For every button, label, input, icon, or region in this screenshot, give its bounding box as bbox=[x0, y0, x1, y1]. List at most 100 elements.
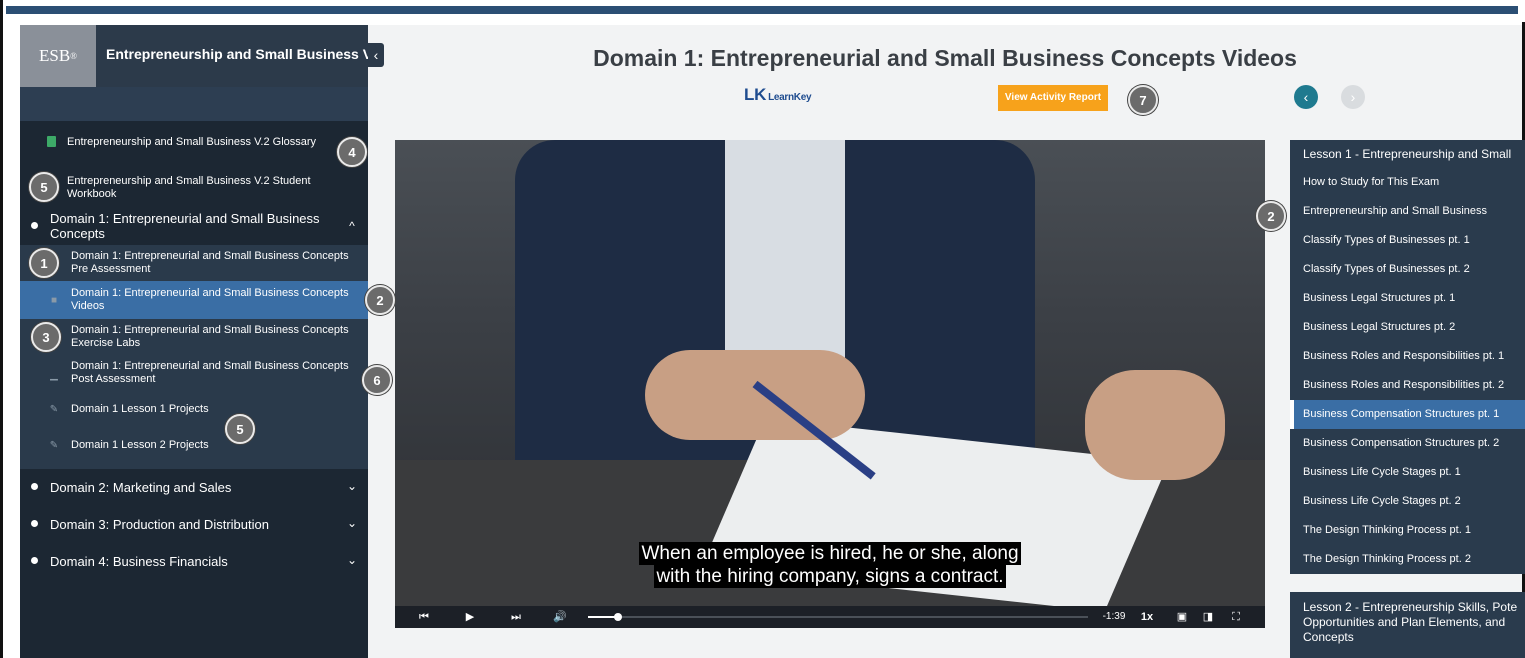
video-subtitles: When an employee is hired, he or she, al… bbox=[395, 542, 1265, 588]
lesson-item[interactable]: Entrepreneurship and Small Business bbox=[1290, 197, 1525, 226]
lesson-item[interactable]: Classify Types of Businesses pt. 1 bbox=[1290, 226, 1525, 255]
sidebar-item-workbook[interactable]: Entrepreneurship and Small Business V.2 … bbox=[20, 174, 368, 204]
subtitle-line-1: When an employee is hired, he or she, al… bbox=[639, 542, 1021, 565]
page-title: Domain 1: Entrepreneurial and Small Busi… bbox=[593, 45, 1297, 71]
chart-icon: ▁ bbox=[50, 370, 58, 381]
sidebar-domain-3[interactable]: Domain 3: Production and Distribution ⌄ bbox=[20, 515, 368, 537]
lesson-item[interactable]: How to Study for This Exam bbox=[1290, 168, 1525, 197]
sidebar-item-label: Entrepreneurship and Small Business V.2 … bbox=[67, 136, 317, 148]
sidebar-item-exercise-labs[interactable]: Domain 1: Entrepreneurial and Small Busi… bbox=[20, 319, 368, 355]
course-title: Entrepreneurship and Small Business V.2 bbox=[106, 46, 383, 62]
sidebar-header: ESB ® Entrepreneurship and Small Business… bbox=[20, 25, 382, 87]
video-camera-icon: ■ bbox=[50, 295, 58, 306]
collapse-sidebar-button[interactable]: ‹ bbox=[368, 43, 384, 67]
seek-bar[interactable] bbox=[588, 613, 1088, 621]
chevron-down-icon: ⌄ bbox=[346, 516, 358, 530]
lesson-item[interactable]: Business Compensation Structures pt. 2 bbox=[1290, 429, 1525, 458]
sidebar-item-glossary[interactable]: Entrepreneurship and Small Business V.2 … bbox=[20, 135, 368, 155]
chevron-left-icon: ‹ bbox=[1303, 89, 1309, 105]
brand-mark: LK bbox=[744, 85, 767, 104]
scene-shirt bbox=[725, 140, 845, 380]
sidebar-item-label: Domain 1 Lesson 1 Projects bbox=[71, 403, 209, 415]
sidebar: ESB ® Entrepreneurship and Small Business… bbox=[20, 25, 382, 658]
sidebar-domain-4[interactable]: Domain 4: Business Financials ⌄ bbox=[20, 552, 368, 574]
sidebar-domain-2[interactable]: Domain 2: Marketing and Sales ⌄ bbox=[20, 478, 368, 500]
next-button[interactable]: › bbox=[1341, 85, 1365, 109]
chevron-down-icon: ⌄ bbox=[346, 553, 358, 567]
lesson-list: How to Study for This Exam Entrepreneursh… bbox=[1290, 168, 1525, 574]
video-frame bbox=[395, 140, 1265, 612]
callout-marker: 2 bbox=[1256, 201, 1286, 231]
learnkey-logo: LK LearnKey bbox=[744, 85, 812, 105]
book-icon bbox=[47, 136, 56, 147]
sidebar-item-label: Domain 1: Entrepreneurial and Small Busi… bbox=[71, 250, 349, 275]
callout-marker: 7 bbox=[1128, 85, 1158, 115]
logo-text: ESB bbox=[38, 46, 71, 65]
callout-marker: 5 bbox=[225, 414, 255, 444]
top-bar bbox=[3, 0, 1525, 22]
scene-hand-left bbox=[645, 350, 865, 440]
lesson-item[interactable]: Business Roles and Responsibilities pt. … bbox=[1290, 342, 1525, 371]
lesson-item[interactable]: Classify Types of Businesses pt. 2 bbox=[1290, 255, 1525, 284]
chevron-down-icon: ⌄ bbox=[346, 479, 358, 493]
subtitle-line-2: with the hiring company, signs a contrac… bbox=[654, 565, 1006, 588]
lesson-item[interactable]: Business Life Cycle Stages pt. 1 bbox=[1290, 458, 1525, 487]
sidebar-domain-label: Domain 3: Production and Distribution bbox=[50, 517, 269, 532]
callout-marker: 1 bbox=[29, 248, 59, 278]
chevron-left-icon: ‹ bbox=[373, 47, 379, 63]
skip-forward-icon[interactable]: ⏭ bbox=[509, 610, 523, 624]
sidebar-domain-1[interactable]: Domain 1: Entrepreneurial and Small Busi… bbox=[20, 209, 368, 245]
volume-icon[interactable]: 🔊 bbox=[553, 610, 567, 624]
sidebar-domain-label: Domain 1: Entrepreneurial and Small Busi… bbox=[50, 211, 320, 241]
sidebar-item-post-assessment[interactable]: ▁ Domain 1: Entrepreneurial and Small Bu… bbox=[20, 355, 368, 391]
window-frame: ESB ® Entrepreneurship and Small Business… bbox=[0, 0, 1525, 658]
sidebar-domain-label: Domain 4: Business Financials bbox=[50, 554, 228, 569]
seek-bar-thumb[interactable] bbox=[614, 613, 622, 621]
sidebar-item-pre-assessment[interactable]: Domain 1: Entrepreneurial and Small Busi… bbox=[20, 245, 368, 281]
lesson-item[interactable]: Business Legal Structures pt. 1 bbox=[1290, 284, 1525, 313]
time-remaining: -1:39 bbox=[1102, 611, 1126, 622]
lesson-2-header[interactable]: Lesson 2 - Entrepreneurship Skills, Pote… bbox=[1290, 592, 1525, 658]
view-activity-report-button[interactable]: View Activity Report bbox=[998, 85, 1108, 111]
sidebar-item-lesson2-projects[interactable]: ✎ Domain 1 Lesson 2 Projects bbox=[20, 427, 368, 469]
skip-back-icon[interactable]: ⏮ bbox=[417, 610, 431, 624]
lesson-1-header[interactable]: Lesson 1 - Entrepreneurship and Small bbox=[1290, 140, 1525, 168]
sidebar-item-lesson1-projects[interactable]: ✎ Domain 1 Lesson 1 Projects bbox=[20, 391, 368, 427]
logo-mark: ® bbox=[70, 51, 78, 61]
bullet-dot bbox=[31, 222, 38, 229]
bullet-dot bbox=[31, 483, 38, 490]
sidebar-item-videos[interactable]: ■ Domain 1: Entrepreneurial and Small Bu… bbox=[20, 281, 368, 319]
lesson-item[interactable]: The Design Thinking Process pt. 2 bbox=[1290, 545, 1525, 574]
sidebar-item-label: Domain 1 Lesson 2 Projects bbox=[71, 439, 209, 451]
previous-button[interactable]: ‹ bbox=[1294, 85, 1318, 109]
picture-in-picture-icon[interactable]: ◨ bbox=[1201, 610, 1215, 624]
pencil-icon: ✎ bbox=[49, 404, 59, 415]
lesson-item[interactable]: Business Roles and Responsibilities pt. … bbox=[1290, 371, 1525, 400]
chevron-up-icon: ^ bbox=[349, 219, 355, 233]
brand-name: LearnKey bbox=[768, 92, 812, 103]
lesson-item[interactable]: Business Compensation Structures pt. 1 bbox=[1290, 400, 1525, 429]
play-icon[interactable]: ▶ bbox=[463, 610, 477, 624]
fullscreen-icon[interactable]: ⛶ bbox=[1229, 610, 1243, 624]
chevron-right-icon: › bbox=[1350, 89, 1356, 105]
scene-hand-right bbox=[1085, 370, 1225, 480]
captions-icon[interactable]: ▣ bbox=[1175, 610, 1189, 624]
sidebar-item-label: Entrepreneurship and Small Business V.2 … bbox=[67, 175, 311, 200]
playback-speed-button[interactable]: 1x bbox=[1138, 610, 1156, 624]
callout-marker: 4 bbox=[337, 137, 367, 167]
video-controls: ⏮ ▶ ⏭ 🔊 -1:39 1x ▣ ◨ ⛶ bbox=[395, 606, 1265, 628]
bullet-dot bbox=[31, 520, 38, 527]
callout-marker: 3 bbox=[31, 322, 61, 352]
esb-logo: ESB ® bbox=[20, 25, 96, 87]
lesson-item[interactable]: Business Life Cycle Stages pt. 2 bbox=[1290, 487, 1525, 516]
lesson-item[interactable]: Business Legal Structures pt. 2 bbox=[1290, 313, 1525, 342]
top-stripe bbox=[6, 6, 1518, 14]
callout-marker: 6 bbox=[362, 365, 392, 395]
lesson-item[interactable]: The Design Thinking Process pt. 1 bbox=[1290, 516, 1525, 545]
sidebar-item-label: Domain 1: Entrepreneurial and Small Busi… bbox=[71, 324, 349, 349]
video-player[interactable]: When an employee is hired, he or she, al… bbox=[395, 140, 1265, 628]
bullet-dot bbox=[31, 557, 38, 564]
callout-marker: 2 bbox=[365, 285, 395, 315]
main-content: Domain 1: Entrepreneurial and Small Busi… bbox=[368, 25, 1525, 658]
pencil-icon: ✎ bbox=[49, 440, 59, 451]
